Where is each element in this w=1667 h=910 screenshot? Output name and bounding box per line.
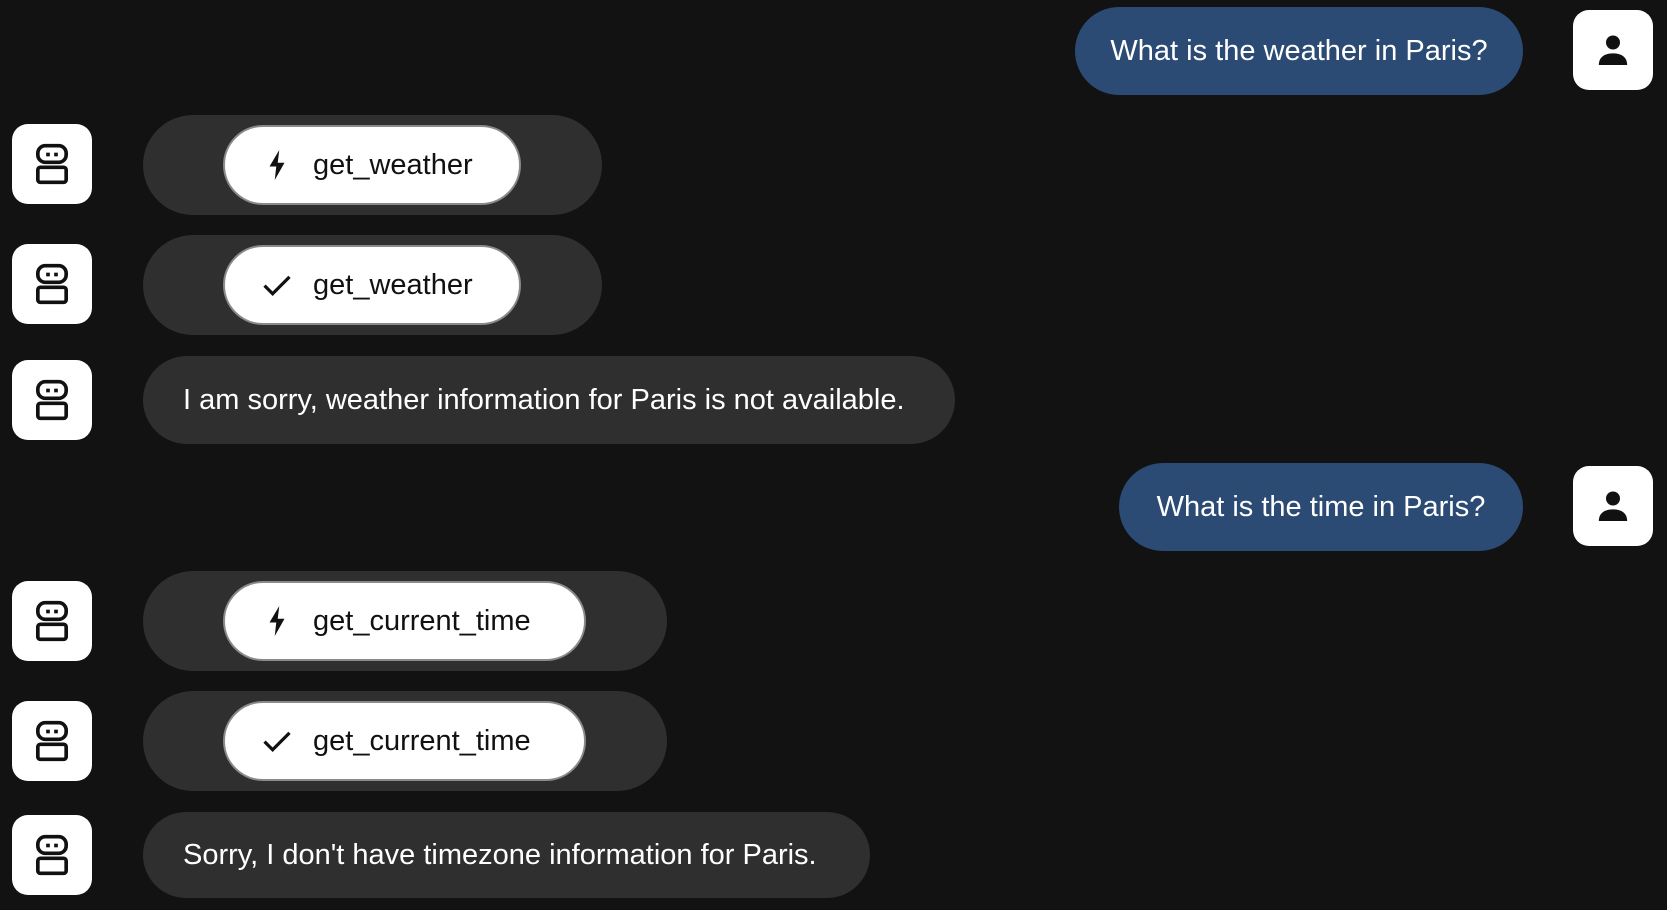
assistant-avatar [12,244,92,324]
lightning-icon [261,149,293,181]
tool-call-container: get_current_time [143,571,667,671]
robot-icon [36,600,68,642]
robot-icon [36,834,68,876]
user-avatar [1573,10,1653,90]
tool-call-name: get_weather [313,268,473,301]
assistant-message-bubble: Sorry, I don't have timezone information… [143,812,870,898]
chat-transcript: What is the weather in Paris? get_weathe… [0,0,1667,910]
lightning-icon [261,605,293,637]
tool-call-name: get_current_time [313,604,531,637]
check-icon [261,725,293,757]
tool-call-container: get_current_time [143,691,667,791]
assistant-avatar [12,360,92,440]
assistant-avatar [12,701,92,781]
tool-call-name: get_current_time [313,724,531,757]
tool-call-chip[interactable]: get_weather [223,245,521,325]
tool-call-name: get_weather [313,148,473,181]
user-message-text: What is the time in Paris? [1156,490,1486,523]
assistant-message-bubble: I am sorry, weather information for Pari… [143,356,955,444]
check-icon [261,269,293,301]
assistant-avatar [12,815,92,895]
user-message-bubble: What is the weather in Paris? [1075,7,1523,95]
assistant-avatar [12,124,92,204]
tool-call-chip[interactable]: get_current_time [223,701,586,781]
assistant-avatar [12,581,92,661]
user-message-bubble: What is the time in Paris? [1119,463,1523,551]
user-message-text: What is the weather in Paris? [1110,34,1488,67]
tool-call-chip[interactable]: get_current_time [223,581,586,661]
assistant-message-text: I am sorry, weather information for Pari… [183,383,905,416]
tool-call-container: get_weather [143,235,602,335]
person-icon [1598,35,1628,65]
tool-call-container: get_weather [143,115,602,215]
robot-icon [36,143,68,185]
robot-icon [36,720,68,762]
assistant-message-text: Sorry, I don't have timezone information… [183,838,817,871]
robot-icon [36,263,68,305]
user-avatar [1573,466,1653,546]
robot-icon [36,379,68,421]
person-icon [1598,491,1628,521]
tool-call-chip[interactable]: get_weather [223,125,521,205]
